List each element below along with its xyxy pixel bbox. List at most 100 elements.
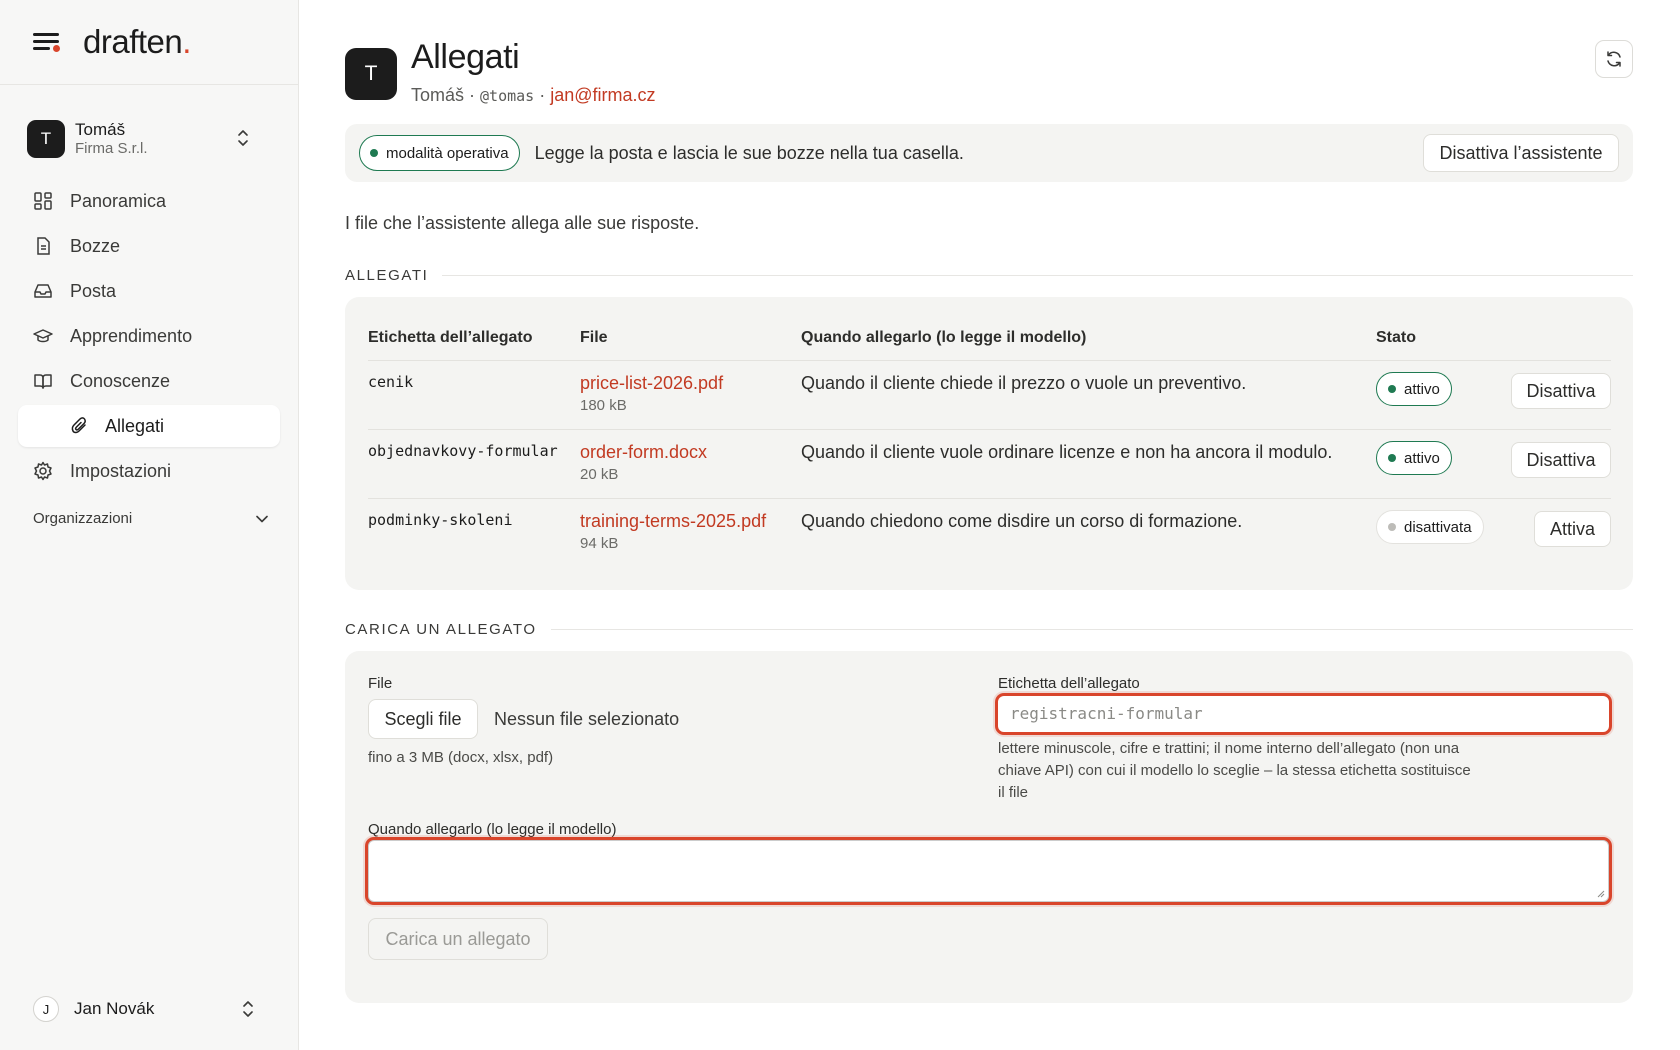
deactivate-assistant-button[interactable]: Disattiva l’assistente <box>1423 134 1619 172</box>
attachment-when: Quando chiedono come disdire un corso di… <box>801 511 1243 531</box>
mode-badge: modalità operativa <box>359 135 520 171</box>
account-org: Firma S.r.l. <box>75 140 148 158</box>
activate-button[interactable]: Attiva <box>1534 511 1611 547</box>
table-row: objednavkovy-formular order-form.docx 20… <box>368 429 1611 498</box>
deactivate-button[interactable]: Disattiva <box>1511 442 1611 478</box>
choose-file-button[interactable]: Scegli file <box>368 699 478 739</box>
menu-icon[interactable] <box>33 31 61 53</box>
assistant-email-link[interactable]: jan@firma.cz <box>550 85 655 105</box>
sidebar-item-label: Posta <box>70 280 117 301</box>
page-header: T Allegati Tomáš · @tomas · jan@firma.cz <box>345 38 1633 110</box>
sidebar: draften. T Tomáš Firma S.r.l. Panoramica… <box>0 0 299 1050</box>
account-switcher[interactable]: T Tomáš Firma S.r.l. <box>27 117 273 161</box>
chevron-down-icon <box>256 515 268 522</box>
page-subtitle: Tomáš · @tomas · jan@firma.cz <box>411 85 656 106</box>
dashboard-icon <box>34 192 52 210</box>
paperclip-icon <box>71 417 86 434</box>
status-dot <box>1388 385 1396 393</box>
banner-text: Legge la posta e lascia le sue bozze nel… <box>534 142 964 163</box>
user-name: Jan Novák <box>74 999 155 1018</box>
user-avatar: J <box>33 996 59 1022</box>
sidebar-item-allegati[interactable]: Allegati <box>18 405 280 447</box>
chevron-updown-icon <box>238 130 248 146</box>
attachment-file: training-terms-2025.pdf 94 kB <box>580 509 766 555</box>
when-field-label: Quando allegarlo (lo legge il modello) <box>368 821 617 838</box>
attachment-file: price-list-2026.pdf 180 kB <box>580 371 723 417</box>
table-row: podminky-skoleni training-terms-2025.pdf… <box>368 498 1611 567</box>
book-icon <box>34 374 52 389</box>
assistant-handle: @tomas <box>480 87 535 105</box>
file-hint: fino a 3 MB (docx, xlsx, pdf) <box>368 749 554 766</box>
status-badge: disattivata <box>1376 510 1484 544</box>
attachment-size: 94 kB <box>580 535 619 552</box>
sidebar-item-apprendimento[interactable]: Apprendimento <box>18 315 280 357</box>
attachment-label: objednavkovy-formular <box>368 442 558 460</box>
page-title: Allegati <box>411 38 520 76</box>
column-header-status: Stato <box>1376 329 1416 346</box>
user-menu[interactable]: J Jan Novák <box>33 994 268 1024</box>
separator: · <box>534 85 551 105</box>
sidebar-item-panoramica[interactable]: Panoramica <box>18 180 280 222</box>
mode-label: modalità operativa <box>386 144 509 162</box>
sidebar-item-posta[interactable]: Posta <box>18 270 280 312</box>
file-status: Nessun file selezionato <box>494 709 680 729</box>
sidebar-nav: Panoramica Bozze Posta Apprendimento Con… <box>18 180 280 495</box>
assistant-name: Tomáš <box>411 85 465 105</box>
attachment-label: cenik <box>368 373 414 391</box>
sidebar-item-impostazioni[interactable]: Impostazioni <box>18 450 280 492</box>
attachment-when: Quando il cliente vuole ordinare licenze… <box>801 442 1333 462</box>
table-row: cenik price-list-2026.pdf 180 kB Quando … <box>368 360 1611 429</box>
inbox-icon <box>34 284 52 298</box>
sidebar-item-bozze[interactable]: Bozze <box>18 225 280 267</box>
attachments-section-label: ALLEGATI <box>345 267 1633 284</box>
label-hint-line: chiave API) con cui il modello lo scegli… <box>998 762 1471 779</box>
refresh-button[interactable] <box>1595 40 1633 78</box>
sidebar-item-label: Bozze <box>70 235 121 256</box>
deactivate-button[interactable]: Disattiva <box>1511 373 1611 409</box>
sidebar-item-label: Impostazioni <box>70 460 172 481</box>
attachment-label-input[interactable]: registracni-formular <box>998 696 1609 732</box>
sidebar-item-label: Conoscenze <box>70 370 171 391</box>
sidebar-item-conoscenze[interactable]: Conoscenze <box>18 360 280 402</box>
attachment-file-link[interactable]: training-terms-2025.pdf <box>580 511 766 531</box>
sidebar-item-label: Apprendimento <box>70 325 193 346</box>
brand-logo[interactable]: draften. <box>83 23 191 61</box>
upload-section-label: CARICA UN ALLEGATO <box>345 621 1633 638</box>
file-field-label: File <box>368 675 393 692</box>
label-hint-line: il file <box>998 784 1029 801</box>
account-name: Tomáš <box>75 120 126 139</box>
column-header-label: Etichetta dell’allegato <box>368 329 533 346</box>
refresh-icon <box>1607 51 1621 67</box>
status-badge: attivo <box>1376 441 1452 475</box>
brand-header: draften. <box>0 0 298 85</box>
mode-banner: modalità operativa Legge la posta e lasc… <box>345 124 1633 182</box>
resize-grip-icon[interactable] <box>1595 888 1605 898</box>
assistant-avatar: T <box>345 48 397 100</box>
attachment-file-link[interactable]: price-list-2026.pdf <box>580 373 723 393</box>
status-badge: attivo <box>1376 372 1452 406</box>
column-header-file: File <box>580 329 608 346</box>
separator: · <box>464 85 481 105</box>
attachment-file: order-form.docx 20 kB <box>580 440 707 486</box>
graduation-cap-icon <box>33 329 53 343</box>
attachments-table-card: Etichetta dell’allegato File Quando alle… <box>345 297 1633 590</box>
organizations-section-toggle[interactable]: Organizzazioni <box>33 510 268 527</box>
section-label: Organizzazioni <box>33 510 133 527</box>
upload-attachment-button[interactable]: Carica un allegato <box>368 918 548 960</box>
attachment-size: 20 kB <box>580 466 619 483</box>
label-hint: lettere minuscole, cifre e trattini; il … <box>998 738 1471 804</box>
gear-icon <box>34 461 52 481</box>
status-dot <box>370 149 378 157</box>
attachment-file-link[interactable]: order-form.docx <box>580 442 707 462</box>
attachment-size: 180 kB <box>580 397 627 414</box>
label-field-label: Etichetta dell’allegato <box>998 675 1140 692</box>
status-dot <box>1388 523 1396 531</box>
page-intro: I file che l’assistente allega alle sue … <box>345 213 700 233</box>
attachment-label: podminky-skoleni <box>368 511 513 529</box>
attachment-when: Quando il cliente chiede il prezzo o vuo… <box>801 373 1247 393</box>
label-hint-line: lettere minuscole, cifre e trattini; il … <box>998 740 1460 757</box>
document-icon <box>37 237 50 255</box>
when-textarea[interactable] <box>368 840 1609 902</box>
upload-card: File Scegli file Nessun file selezionato… <box>345 651 1633 1003</box>
status-dot <box>1388 454 1396 462</box>
